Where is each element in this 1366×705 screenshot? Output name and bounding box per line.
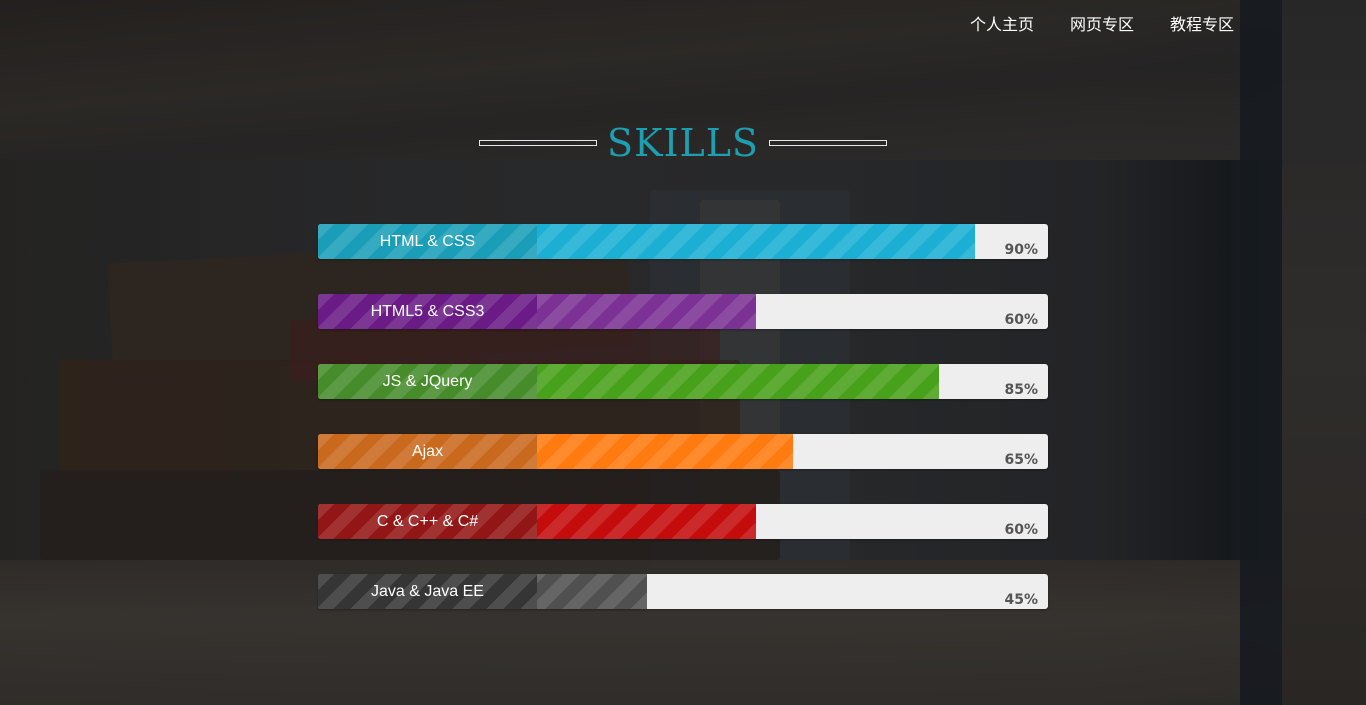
title-divider-right xyxy=(768,140,887,146)
skill-label: HTML5 & CSS3 xyxy=(370,302,485,320)
skill-bar: C & C++ & C# 60% xyxy=(318,504,1048,539)
skill-percent: 60% xyxy=(1004,522,1038,538)
skill-bar: JS & JQuery 85% xyxy=(318,364,1048,399)
skill-label: C & C++ & C# xyxy=(376,512,479,530)
nav-link-home[interactable]: 个人主页 xyxy=(970,14,1034,36)
nav-link-tutorials[interactable]: 教程专区 xyxy=(1170,14,1234,36)
section-header: SKILLS xyxy=(0,120,1366,166)
nav-link-web[interactable]: 网页专区 xyxy=(1070,14,1134,36)
skill-percent: 90% xyxy=(1004,242,1038,258)
skill-bar: HTML5 & CSS3 60% xyxy=(318,294,1048,329)
skill-label-block: C & C++ & C# xyxy=(318,504,537,539)
skill-label: Ajax xyxy=(411,442,444,460)
skill-label-block: HTML5 & CSS3 xyxy=(318,294,537,329)
skill-label: Java & Java EE xyxy=(371,582,484,600)
skill-percent: 65% xyxy=(1004,452,1038,468)
skill-bar: HTML & CSS 90% xyxy=(318,224,1048,259)
skills-list: HTML & CSS 90% HTML5 & CSS3 60% JS & JQu… xyxy=(318,224,1048,644)
skill-bar: Ajax 65% xyxy=(318,434,1048,469)
skill-label-block: HTML & CSS xyxy=(318,224,537,259)
skill-label: JS & JQuery xyxy=(382,372,473,390)
skill-percent: 45% xyxy=(1004,592,1038,608)
top-nav: 个人主页 网页专区 教程专区 xyxy=(970,14,1234,36)
skill-percent: 60% xyxy=(1004,312,1038,328)
skill-percent: 85% xyxy=(1004,382,1038,398)
skill-label-block: JS & JQuery xyxy=(318,364,537,399)
skill-label-block: Ajax xyxy=(318,434,537,469)
skill-label: HTML & CSS xyxy=(379,232,476,250)
skill-bar: Java & Java EE 45% xyxy=(318,574,1048,609)
skill-label-block: Java & Java EE xyxy=(318,574,537,609)
title-divider-left xyxy=(479,140,598,146)
section-title: SKILLS xyxy=(607,121,759,165)
